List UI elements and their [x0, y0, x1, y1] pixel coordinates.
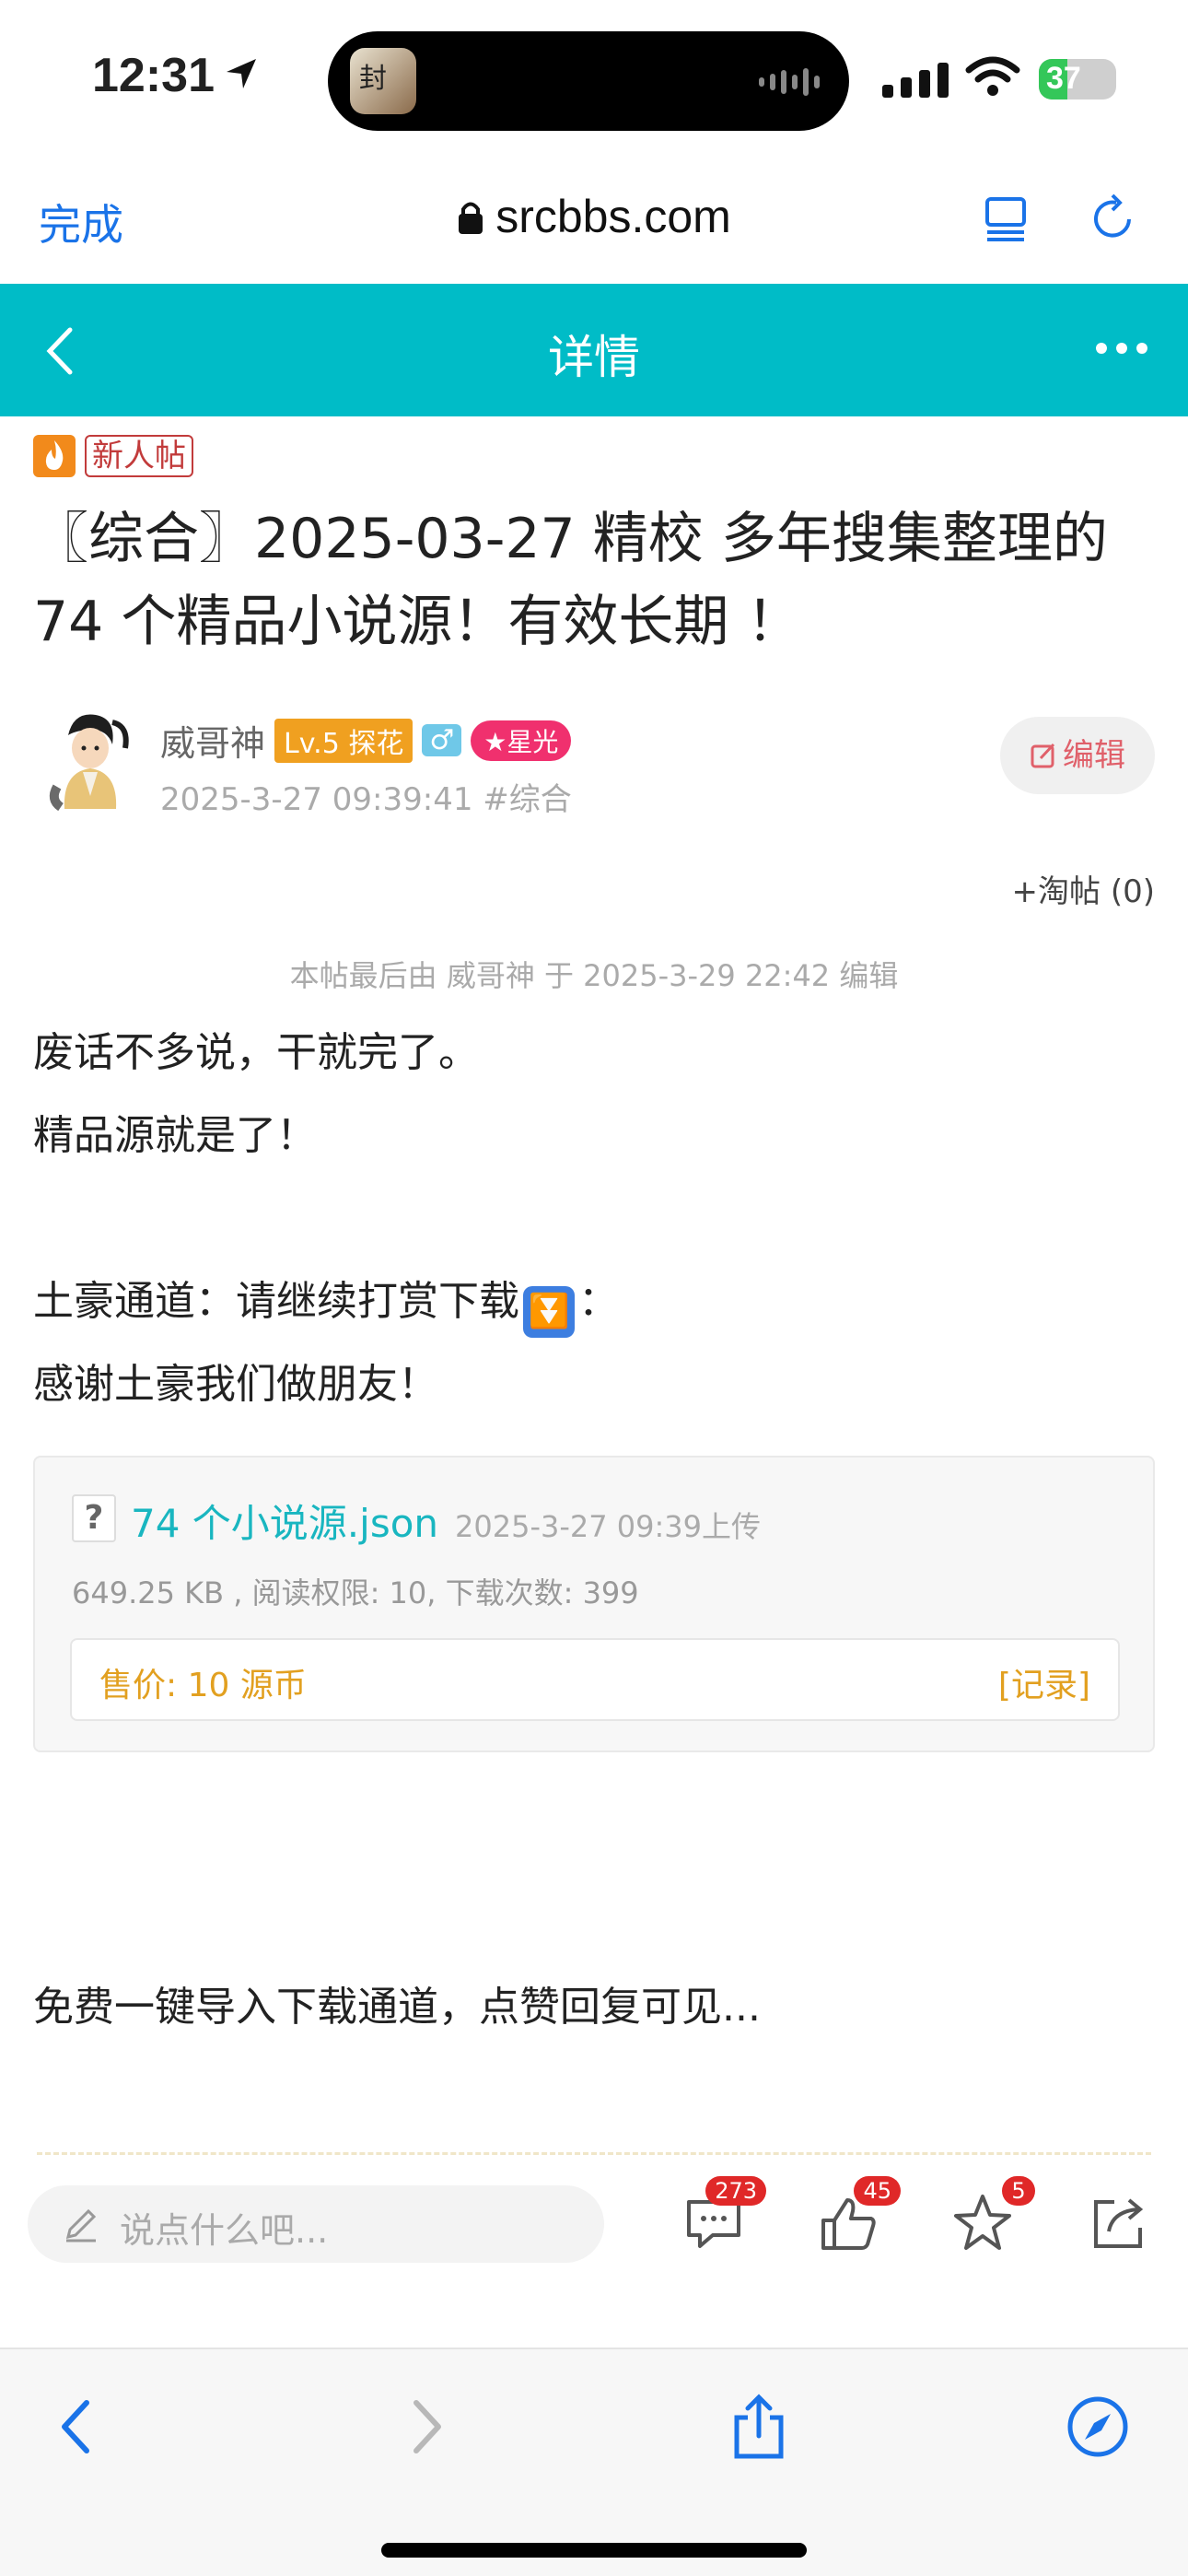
- attachment-price: 售价: 10 源币: [99, 1667, 307, 1704]
- audio-wave-icon: [759, 68, 820, 96]
- status-bar: 12:31 封 37: [0, 0, 1188, 157]
- unknown-file-icon: ?: [72, 1494, 116, 1542]
- reader-mode-icon[interactable]: [982, 193, 1033, 245]
- gender-male-icon: ♂: [422, 724, 462, 756]
- reload-icon[interactable]: [1089, 193, 1140, 245]
- status-time: 12:31: [92, 49, 215, 102]
- browser-forward-icon[interactable]: [390, 2394, 457, 2460]
- post-line: 感谢土豪我们做朋友！: [33, 1361, 438, 1408]
- tao-post-button[interactable]: +淘帖 (0): [1012, 866, 1155, 911]
- comment-button[interactable]: 273: [681, 2176, 766, 2255]
- post-title: 〖综合〗2025-03-27 精校 多年搜集整理的 74 个精品小说源！有效长期…: [33, 507, 1108, 654]
- like-count-badge: 45: [854, 2176, 901, 2206]
- edit-label: 编辑: [1063, 737, 1125, 774]
- browser-bar: 完成 srcbbs.com: [0, 157, 1188, 284]
- page-nav: 详情: [0, 284, 1188, 416]
- attachment-upload-time: 2025-3-27 09:39上传: [455, 1509, 762, 1544]
- post-line: 废话不多说，干就完了。: [33, 1029, 479, 1076]
- level-badge: Lv.5 探花: [274, 718, 413, 763]
- post-tags: 新人帖: [33, 435, 193, 477]
- favorite-button[interactable]: 5: [950, 2176, 1035, 2255]
- cellular-signal-icon: [882, 63, 949, 98]
- comment-count-badge: 273: [705, 2176, 766, 2206]
- comment-placeholder: 说点什么吧...: [120, 2210, 329, 2251]
- star-badge: ★星光: [471, 720, 572, 761]
- divider: [37, 2152, 1151, 2155]
- purchase-record-link[interactable]: [记录]: [998, 1658, 1090, 1706]
- post-footer-text: 免费一键导入下载通道，点赞回复可见...: [33, 1984, 761, 2031]
- down-arrow-icon: ⏬: [523, 1286, 575, 1338]
- share-button[interactable]: [1087, 2191, 1151, 2255]
- url-text: srcbbs.com: [495, 191, 731, 242]
- favorite-count-badge: 5: [1002, 2176, 1035, 2206]
- lock-icon: [459, 202, 483, 234]
- hot-fire-icon: [33, 435, 76, 477]
- attachment-filename[interactable]: 74 个小说源.json: [131, 1493, 438, 1549]
- post-line: 精品源就是了！: [33, 1112, 317, 1159]
- post-meta: 2025-3-27 09:39:41 #综合: [160, 781, 572, 818]
- home-indicator: [381, 2543, 807, 2558]
- battery-percent: 37: [1046, 61, 1081, 96]
- browser-back-icon[interactable]: [46, 2394, 112, 2460]
- compass-icon[interactable]: [1065, 2394, 1131, 2460]
- battery-icon: 37: [1039, 59, 1116, 100]
- edited-note: 本帖最后由 威哥神 于 2025-3-29 22:42 编辑: [289, 958, 899, 993]
- post-line-colon: ：: [578, 1278, 619, 1325]
- author-name[interactable]: 威哥神: [160, 715, 265, 766]
- price-box: 售价: 10 源币 [记录]: [70, 1638, 1120, 1721]
- comment-input[interactable]: 说点什么吧...: [28, 2185, 604, 2263]
- browser-toolbar: [0, 2348, 1188, 2576]
- post-line-download: 土豪通道：请继续打赏下载 ⏬：: [33, 1268, 619, 1338]
- like-button[interactable]: 45: [816, 2176, 901, 2255]
- page-title: 详情: [548, 331, 640, 384]
- attachment-info: 649.25 KB , 阅读权限: 10, 下载次数: 399: [72, 1575, 639, 1610]
- author-info: 威哥神 Lv.5 探花 ♂ ★星光: [160, 715, 572, 766]
- edit-icon: [1031, 743, 1055, 768]
- author-avatar[interactable]: [37, 708, 136, 813]
- attachment-card: ? 74 个小说源.json 2025-3-27 09:39上传 649.25 …: [33, 1456, 1155, 1752]
- post-line-text: 土豪通道：请继续打赏下载: [33, 1278, 519, 1325]
- new-post-tag: 新人帖: [85, 435, 193, 477]
- pencil-icon: [65, 2208, 97, 2242]
- share-icon: [1094, 2198, 1144, 2248]
- location-arrow-icon: [227, 59, 256, 88]
- browser-share-icon[interactable]: [726, 2394, 792, 2460]
- edit-button[interactable]: 编辑: [1000, 717, 1155, 794]
- app-icon: 封: [350, 48, 416, 114]
- more-options-icon[interactable]: [1096, 343, 1147, 354]
- wifi-icon: [965, 56, 1020, 96]
- dynamic-island: 封: [328, 31, 849, 131]
- action-bar: 说点什么吧... 273 45 5: [0, 2160, 1188, 2279]
